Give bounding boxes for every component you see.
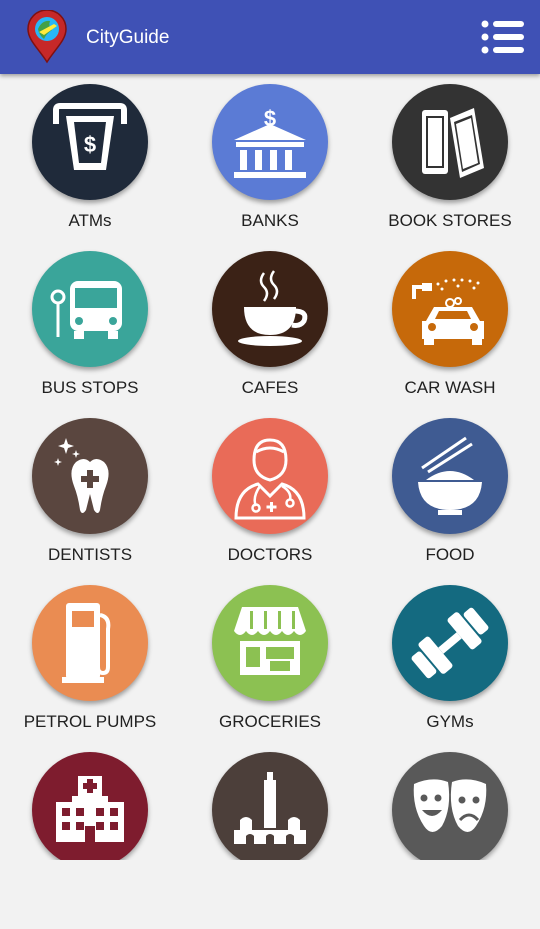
hospital-icon: [56, 776, 124, 842]
category-tile-bus-stops[interactable]: BUS STOPS: [0, 241, 180, 408]
category-label: GROCERIES: [218, 712, 322, 731]
category-label: PETROL PUMPS: [23, 712, 157, 731]
category-tile-cafes[interactable]: CAFES: [180, 241, 360, 408]
category-label: DENTISTS: [47, 545, 133, 564]
menu-icon[interactable]: [480, 18, 526, 56]
theater-masks-icon: [413, 779, 487, 832]
grocery-store-icon: [234, 607, 306, 675]
fuel-pump-icon: [62, 603, 111, 683]
category-tile-book-stores[interactable]: BOOK STORES: [360, 74, 540, 241]
category-label: BUS STOPS: [41, 378, 139, 397]
category-tile-groceries[interactable]: GROCERIES: [180, 575, 360, 742]
category-tile-banks[interactable]: $ BANKS: [180, 74, 360, 241]
category-tile-doctors[interactable]: DOCTORS: [180, 408, 360, 575]
car-wash-icon: [412, 278, 484, 345]
category-tile-mosques[interactable]: [180, 742, 360, 860]
category-label: BANKS: [241, 211, 299, 230]
category-tile-theaters[interactable]: [360, 742, 540, 860]
category-tile-gyms[interactable]: GYMs: [360, 575, 540, 742]
bus-icon: [50, 281, 122, 339]
category-label: DOCTORS: [227, 545, 313, 564]
category-label: FOOD: [425, 545, 475, 564]
category-label: CAFES: [241, 378, 299, 397]
category-tile-food[interactable]: FOOD: [360, 408, 540, 575]
category-label: GYMs: [426, 712, 474, 731]
atm-icon: $: [53, 103, 127, 170]
mosque-icon: [234, 772, 306, 844]
app-logo-icon[interactable]: [26, 9, 68, 64]
category-grid: $ ATMs $ BANKS BOOK STORES BUS STOPS CAF…: [0, 74, 540, 860]
category-tile-car-wash[interactable]: CAR WASH: [360, 241, 540, 408]
tooth-icon: [54, 438, 109, 513]
category-tile-petrol-pumps[interactable]: PETROL PUMPS: [0, 575, 180, 742]
app-title: CityGuide: [86, 27, 170, 48]
app-bar: CityGuide: [0, 0, 540, 74]
category-tile-atms[interactable]: $ ATMs: [0, 74, 180, 241]
category-label: BOOK STORES: [388, 211, 512, 230]
books-icon: [422, 108, 484, 178]
food-bowl-icon: [418, 436, 482, 515]
dumbbell-icon: [411, 607, 489, 679]
coffee-cup-icon: [238, 270, 308, 346]
svg-text:$: $: [84, 132, 96, 157]
category-tile-dentists[interactable]: DENTISTS: [0, 408, 180, 575]
bank-icon: $: [234, 106, 306, 178]
category-tile-hospitals[interactable]: [0, 742, 180, 860]
category-label: ATMs: [68, 211, 112, 230]
doctor-icon: [234, 438, 306, 520]
category-label: CAR WASH: [404, 378, 496, 397]
